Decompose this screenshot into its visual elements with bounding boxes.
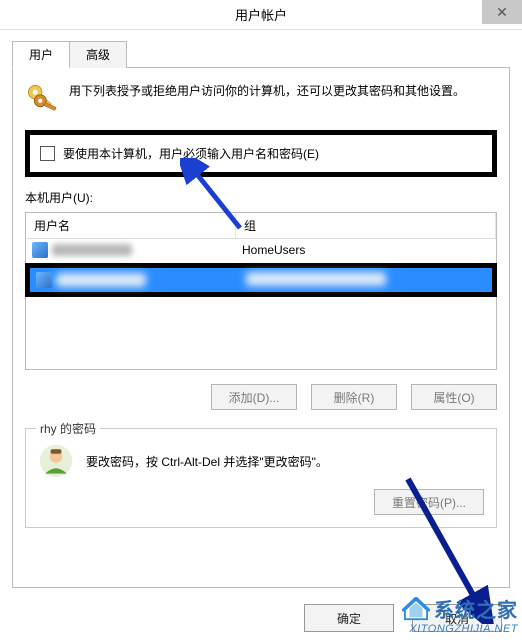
password-instruction: 要改密码，按 Ctrl-Alt-Del 并选择"更改密码"。: [86, 453, 328, 470]
list-buttons: 添加(D)... 删除(R) 属性(O): [25, 384, 497, 410]
tab-user[interactable]: 用户: [12, 41, 70, 68]
cell-group: HomeUsers: [236, 243, 496, 257]
list-header: 用户名 组: [26, 213, 496, 239]
table-row[interactable]: HomeUsers: [26, 239, 496, 261]
tabs: 用户 高级: [12, 40, 510, 68]
tab-panel-user: 用下列表授予或拒绝用户访问你的计算机，还可以更改其密码和其他设置。 要使用本计算…: [12, 68, 510, 588]
column-group[interactable]: 组: [236, 213, 496, 238]
username-redacted: [52, 244, 132, 256]
user-avatar-icon: [38, 443, 74, 479]
password-legend: rhy 的密码: [36, 420, 100, 437]
window-title: 用户帐户: [235, 5, 287, 24]
list-rows: HomeUsers: [26, 239, 496, 369]
properties-button[interactable]: 属性(O): [411, 384, 497, 410]
tab-advanced[interactable]: 高级: [69, 41, 127, 68]
user-icon: [36, 272, 52, 288]
table-row-selected[interactable]: [30, 268, 492, 292]
keys-icon: [25, 82, 59, 116]
intro-text: 用下列表授予或拒绝用户访问你的计算机，还可以更改其密码和其他设置。: [69, 82, 497, 101]
list-empty-area: [26, 299, 496, 369]
require-password-label: 要使用本计算机，用户必须输入用户名和密码(E): [63, 145, 319, 162]
dialog-buttons: 确定 取消: [12, 604, 510, 632]
titlebar: 用户帐户 ✕: [0, 0, 522, 30]
intro-row: 用下列表授予或拒绝用户访问你的计算机，还可以更改其密码和其他设置。: [25, 82, 497, 116]
local-users-label: 本机用户(U):: [25, 187, 497, 208]
require-password-checkbox[interactable]: [40, 146, 55, 161]
password-row: 要改密码，按 Ctrl-Alt-Del 并选择"更改密码"。: [38, 443, 484, 479]
cancel-button[interactable]: 取消: [412, 604, 502, 632]
user-icon: [32, 242, 48, 258]
close-icon: ✕: [496, 4, 508, 21]
selected-row-highlight: [25, 263, 497, 297]
ok-button[interactable]: 确定: [304, 604, 394, 632]
group-redacted: [246, 272, 386, 286]
user-list: 用户名 组 HomeUsers: [25, 212, 497, 370]
require-password-row: 要使用本计算机，用户必须输入用户名和密码(E): [25, 130, 497, 177]
column-username[interactable]: 用户名: [26, 213, 236, 238]
dialog-body: 用户 高级 用下列表授予或拒绝用户访问你的计算机，还可以更改其密码和其他设置。 …: [0, 30, 522, 644]
reset-password-button[interactable]: 重置密码(P)...: [374, 489, 484, 515]
username-redacted: [56, 273, 146, 287]
close-button[interactable]: ✕: [482, 0, 522, 24]
add-button[interactable]: 添加(D)...: [211, 384, 297, 410]
password-fieldset: rhy 的密码 要改密码，按 Ctrl-Alt-Del 并选择"更改密码"。 重…: [25, 428, 497, 528]
remove-button[interactable]: 删除(R): [311, 384, 397, 410]
